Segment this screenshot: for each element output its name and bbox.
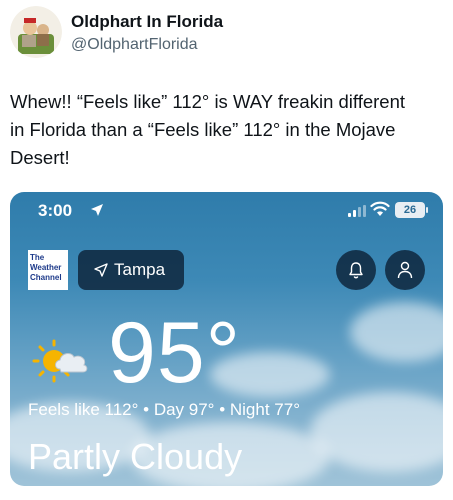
location-arrow-icon	[91, 204, 103, 216]
wifi-icon	[370, 201, 390, 216]
partly-cloudy-icon	[32, 339, 88, 383]
feels-like-summary: Feels like 112° • Day 97° • Night 77°	[28, 400, 300, 419]
logo-text: The	[30, 253, 45, 262]
tweet-text-line: Whew!! “Feels like” 112° is WAY freakin …	[10, 91, 406, 112]
bell-icon	[349, 262, 363, 279]
current-temperature: 95°	[108, 305, 242, 401]
tweet-text-line: in Florida than a “Feels like” 112° in t…	[10, 119, 396, 140]
author-name[interactable]: Oldphart In Florida	[71, 12, 223, 32]
weather-condition: Partly Cloudy	[28, 436, 243, 477]
status-time: 3:00	[38, 201, 73, 220]
navigation-icon	[94, 263, 108, 277]
user-icon	[397, 261, 413, 279]
tweet-media-image[interactable]: 3:00 26 The Weather Channel Tampa 95° Fe…	[10, 192, 443, 486]
battery-icon: 26	[395, 202, 425, 218]
location-label: Tampa	[114, 260, 166, 279]
battery-tip	[426, 207, 428, 213]
tweet-text: Whew!! “Feels like” 112° is WAY freakin …	[10, 88, 446, 172]
signal-icon	[348, 205, 366, 217]
profile-button[interactable]	[385, 250, 425, 290]
logo-text: Weather	[30, 263, 62, 272]
logo-text: Channel	[30, 273, 62, 282]
weather-channel-logo[interactable]: The Weather Channel	[28, 250, 68, 290]
location-button[interactable]: Tampa	[78, 250, 184, 290]
avatar[interactable]	[10, 6, 62, 58]
tweet-text-line: Desert!	[10, 147, 70, 168]
author-handle[interactable]: @OldphartFlorida	[71, 36, 198, 54]
tweet-header: Oldphart In Florida @OldphartFlorida	[10, 6, 440, 62]
background-cloud	[350, 302, 443, 362]
notifications-button[interactable]	[336, 250, 376, 290]
background-cloud	[310, 392, 443, 472]
